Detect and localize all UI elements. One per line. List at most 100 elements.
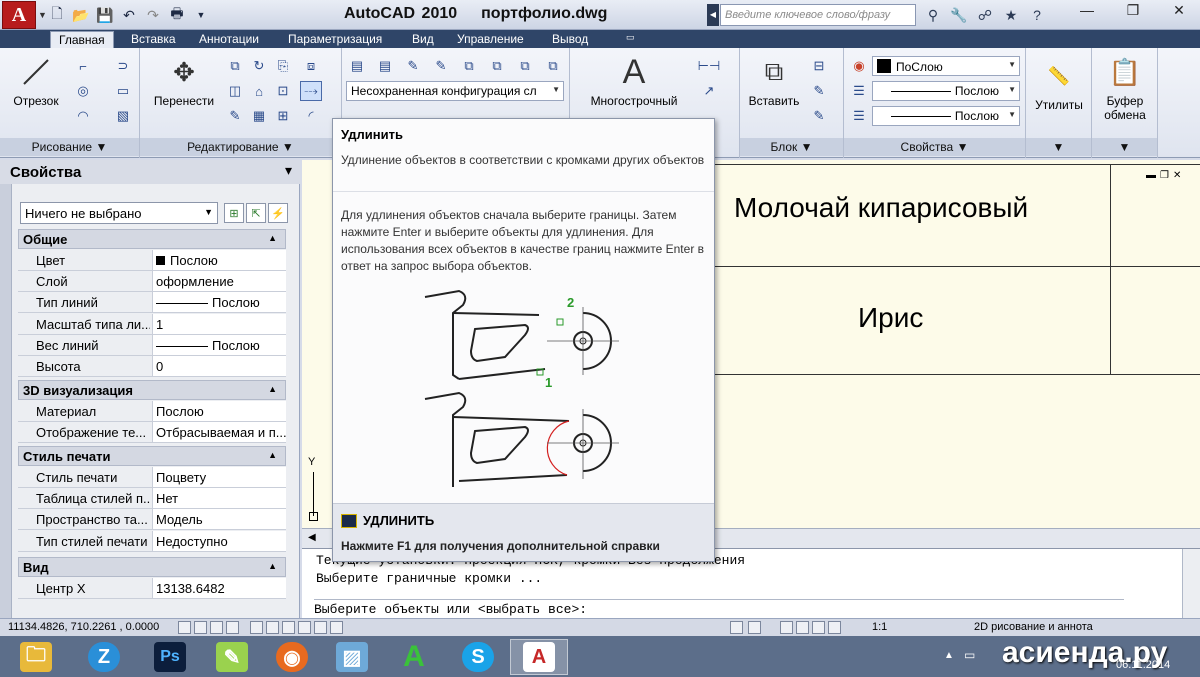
- property-value[interactable]: Послою: [152, 401, 286, 421]
- array-icon[interactable]: ▦: [248, 106, 270, 126]
- color-wheel-icon[interactable]: ◉: [848, 56, 870, 76]
- section-3d-visualization[interactable]: 3D визуализация ▲: [18, 380, 286, 400]
- layer-unisolate-icon[interactable]: ⧉: [486, 56, 508, 76]
- command-prompt[interactable]: Выберите объекты или <выбрать все>:: [314, 599, 1124, 617]
- minimize-viewport-icon[interactable]: ▬: [1146, 170, 1156, 181]
- taskbar-notepad[interactable]: ✎: [206, 639, 258, 675]
- tab-view[interactable]: Вид: [404, 31, 442, 48]
- dynamic-ucs-button[interactable]: [282, 621, 295, 634]
- open-folder-icon[interactable]: 📂: [70, 4, 92, 26]
- property-value[interactable]: 0: [152, 356, 286, 376]
- show-hidden-icons-icon[interactable]: ▲: [944, 650, 954, 661]
- mtext-button[interactable]: A Многострочный: [580, 53, 688, 109]
- collapse-icon[interactable]: ▲: [268, 233, 277, 243]
- color-dropdown[interactable]: ПоСлою: [872, 56, 1020, 76]
- layer-match-icon[interactable]: ✎: [402, 56, 424, 76]
- layer-properties-icon[interactable]: ▤: [346, 56, 368, 76]
- pan-button[interactable]: [780, 621, 793, 634]
- property-row[interactable]: Пространство та... Модель: [18, 509, 286, 531]
- close-viewport-icon[interactable]: ✕: [1173, 170, 1181, 181]
- edit-block-icon[interactable]: ✎: [808, 81, 830, 101]
- zoom-button[interactable]: [796, 621, 809, 634]
- showmotion-button[interactable]: [828, 621, 841, 634]
- polyline-icon[interactable]: ⌐: [72, 56, 94, 76]
- property-row[interactable]: Отображение те... Отбрасываемая и п...: [18, 422, 286, 444]
- selection-dropdown[interactable]: Ничего не выбрано: [20, 202, 218, 224]
- taskbar-autocad[interactable]: A: [510, 639, 568, 675]
- favorites-star-icon[interactable]: ★: [1000, 4, 1022, 26]
- draw-panel-footer[interactable]: Рисование ▼: [0, 138, 139, 156]
- section-view[interactable]: Вид ▲: [18, 557, 286, 577]
- ribbon-minimize-icon[interactable]: ▭: [618, 31, 643, 48]
- taskbar-skype[interactable]: S: [452, 639, 504, 675]
- layer-freeze-icon[interactable]: ⧉: [514, 56, 536, 76]
- collapse-icon[interactable]: ▲: [268, 561, 277, 571]
- property-value[interactable]: Отбрасываемая и п...: [152, 422, 286, 443]
- line-button[interactable]: Отрезок: [6, 54, 66, 108]
- property-value[interactable]: Послою: [152, 292, 286, 313]
- linetype-dropdown[interactable]: Послою: [872, 81, 1020, 101]
- palette-side-strip[interactable]: [0, 184, 12, 618]
- create-block-icon[interactable]: ⊟: [808, 56, 830, 76]
- search-input[interactable]: Введите ключевое слово/фразу: [720, 4, 916, 26]
- lineweight-toggle-button[interactable]: [314, 621, 327, 634]
- move-button[interactable]: ✥ Перенести: [144, 54, 224, 109]
- property-value[interactable]: Недоступно: [152, 530, 286, 551]
- maximize-button[interactable]: ❐: [1110, 0, 1156, 20]
- property-row[interactable]: Масштаб типа ли... 1: [18, 313, 286, 335]
- binoculars-icon[interactable]: ⚲: [922, 4, 944, 26]
- close-button[interactable]: ✕: [1156, 0, 1200, 20]
- coordinate-readout[interactable]: 11134.4826, 710.2261 , 0.0000: [8, 621, 159, 633]
- layout-nav-left-icon[interactable]: ◀: [308, 532, 316, 543]
- hatch-icon[interactable]: ▧: [112, 106, 134, 126]
- command-scrollbar[interactable]: [1182, 549, 1200, 619]
- tab-parametric[interactable]: Параметризация: [280, 31, 390, 48]
- utilities-button[interactable]: 📏 Утилиты: [1028, 58, 1090, 113]
- redo-icon[interactable]: ↷: [142, 4, 164, 26]
- taskbar-firefox[interactable]: ◉: [266, 639, 318, 675]
- lineweight-dropdown[interactable]: Послою: [872, 106, 1020, 126]
- layer-state-dropdown[interactable]: Несохраненная конфигурация сл: [346, 81, 564, 101]
- layer-off-icon[interactable]: ⧉: [542, 56, 564, 76]
- property-row[interactable]: Слой оформление: [18, 271, 286, 293]
- search-collapse-icon[interactable]: ◀: [707, 4, 719, 26]
- block-attributes-icon[interactable]: ✎: [808, 106, 830, 126]
- tab-insert[interactable]: Вставка: [123, 31, 184, 48]
- property-row[interactable]: Таблица стилей п... Нет: [18, 488, 286, 510]
- modify-panel-footer[interactable]: Редактирование ▼: [140, 138, 341, 156]
- property-value[interactable]: Нет: [152, 488, 286, 509]
- clipboard-button[interactable]: 📋 Буфер обмена: [1094, 54, 1156, 123]
- taskbar-explorer[interactable]: 🗀: [10, 639, 62, 675]
- rectangle-icon[interactable]: ⊃: [112, 56, 134, 76]
- ortho-mode-button[interactable]: [210, 621, 223, 634]
- model-space-button[interactable]: [730, 621, 743, 634]
- property-value[interactable]: Послою: [152, 250, 286, 270]
- copy-icon[interactable]: ⧉: [224, 56, 246, 76]
- tab-annotate[interactable]: Аннотации: [191, 31, 267, 48]
- quick-properties-button[interactable]: [330, 621, 343, 634]
- mirror-icon[interactable]: ◫: [224, 81, 246, 101]
- clock-date[interactable]: 06.11.2014: [1116, 659, 1170, 671]
- tab-home[interactable]: Главная: [50, 31, 114, 48]
- restore-viewport-icon[interactable]: ❐: [1160, 170, 1169, 181]
- network-icon[interactable]: ▭: [964, 648, 975, 662]
- snap-mode-button[interactable]: [178, 621, 191, 634]
- layer-previous-icon[interactable]: ✎: [430, 56, 452, 76]
- arc-icon[interactable]: ◠: [72, 106, 94, 126]
- trim-icon[interactable]: ⎘: [272, 56, 294, 76]
- layer-state-icon[interactable]: ▤: [374, 56, 396, 76]
- linetype-icon[interactable]: ☰: [848, 81, 870, 101]
- palette-options-icon[interactable]: ▾: [285, 162, 292, 179]
- undo-icon[interactable]: ↶: [118, 4, 140, 26]
- communication-center-icon[interactable]: ☍: [974, 4, 996, 26]
- lineweight-icon[interactable]: ☰: [848, 106, 870, 126]
- circle-icon[interactable]: ◎: [72, 81, 94, 101]
- insert-block-button[interactable]: ⧉ Вставить: [742, 54, 806, 108]
- application-menu-button[interactable]: A: [2, 1, 36, 29]
- offset-icon[interactable]: ⧈: [300, 56, 322, 76]
- taskbar-zend[interactable]: Z: [78, 639, 130, 675]
- block-panel-footer[interactable]: Блок ▼: [740, 138, 843, 156]
- dynamic-input-button[interactable]: [298, 621, 311, 634]
- property-row[interactable]: Цвет Послою: [18, 250, 286, 271]
- property-value[interactable]: Модель: [152, 509, 286, 530]
